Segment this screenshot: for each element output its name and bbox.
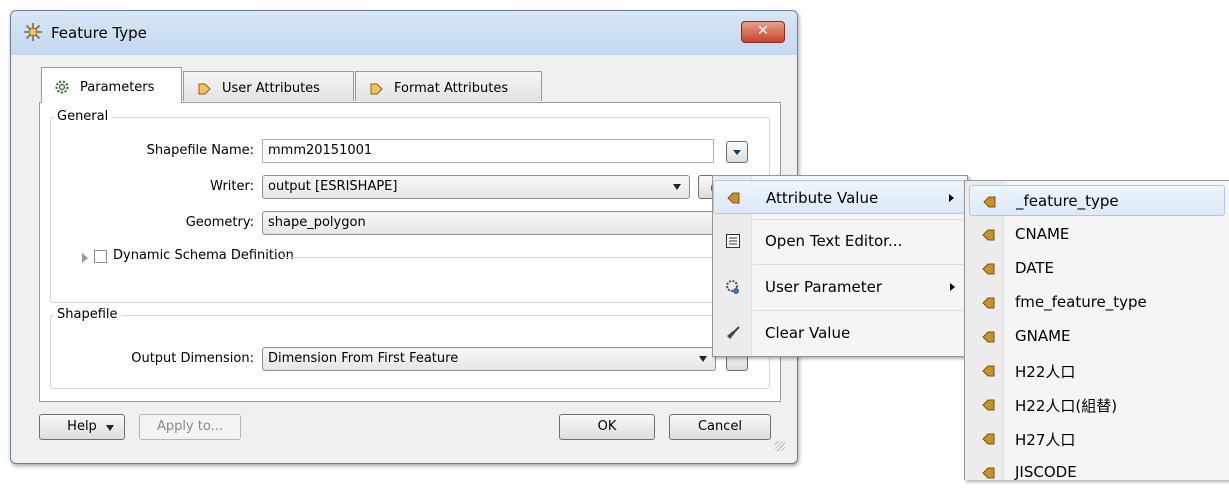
menu-item-open-text-editor[interactable]: Open Text Editor...	[713, 224, 965, 258]
geometry-select[interactable]: shape_polygon	[262, 211, 732, 235]
title-bar[interactable]: Feature Type ✕	[11, 11, 797, 55]
dynamic-schema-checkbox[interactable]	[94, 250, 107, 263]
tab-label: Format Attributes	[394, 81, 509, 96]
menu-item-user-parameter[interactable]: User Parameter	[713, 270, 965, 304]
attribute-arrow-icon	[370, 83, 383, 95]
menu-item-label: Clear Value	[765, 324, 851, 342]
close-button[interactable]: ✕	[741, 21, 785, 43]
tab-label: Parameters	[80, 80, 155, 95]
attribute-arrow-icon	[982, 297, 995, 309]
user-parameter-icon	[726, 280, 739, 294]
tab-user-attributes[interactable]: User Attributes	[183, 71, 354, 101]
submenu-arrow-icon	[950, 283, 955, 291]
feature-type-icon	[24, 23, 42, 41]
geometry-value: shape_polygon	[268, 215, 366, 230]
attribute-arrow-icon	[982, 229, 995, 241]
dropdown-arrow-icon	[673, 184, 681, 190]
attribute-item[interactable]: H27人口	[969, 423, 1225, 454]
attribute-item[interactable]: H22人口(組替)	[969, 389, 1225, 420]
output-dimension-select[interactable]: Dimension From First Feature	[262, 347, 716, 371]
attribute-item[interactable]: GNAME	[969, 321, 1225, 352]
attribute-item-label: fme_feature_type	[1015, 293, 1147, 311]
menu-separator	[753, 264, 965, 265]
attribute-arrow-icon	[727, 192, 740, 204]
dialog-client-area: Parameters User Attributes Format Attrib…	[19, 55, 789, 455]
tab-format-attributes[interactable]: Format Attributes	[355, 71, 542, 101]
attribute-arrow-icon	[982, 331, 995, 343]
attribute-item[interactable]: H22人口	[969, 355, 1225, 386]
resize-grip-icon[interactable]	[775, 441, 785, 451]
shapefile-name-label: Shapefile Name:	[146, 143, 254, 158]
expand-arrow-icon[interactable]	[82, 253, 88, 263]
attribute-item[interactable]: DATE	[969, 253, 1225, 284]
menu-item-label: User Parameter	[765, 278, 882, 296]
attribute-item-label: DATE	[1015, 259, 1055, 277]
shapefile-name-input[interactable]: mmm20151001	[262, 139, 714, 163]
feature-type-dialog: Feature Type ✕ Parameters User Attribute…	[10, 10, 798, 464]
parameters-panel: General Shapefile Name: mmm20151001 Writ…	[39, 102, 781, 402]
output-dimension-value: Dimension From First Feature	[268, 351, 459, 366]
menu-item-clear-value[interactable]: Clear Value	[713, 316, 965, 350]
attribute-submenu: _feature_type CNAME DATE fme_feature_type GN…	[964, 180, 1229, 481]
broom-icon	[727, 326, 740, 339]
attribute-item-label: GNAME	[1015, 327, 1071, 345]
menu-item-label: Attribute Value	[766, 189, 879, 207]
shapefile-legend: Shapefile	[54, 307, 121, 322]
menu-item-label: Open Text Editor...	[765, 232, 903, 250]
attribute-arrow-icon	[198, 83, 211, 95]
ok-button[interactable]: OK	[559, 414, 655, 440]
chevron-down-icon	[106, 425, 114, 431]
attribute-arrow-icon	[982, 433, 995, 445]
attribute-item-label: H27人口	[1015, 431, 1076, 449]
dropdown-arrow-icon	[699, 356, 707, 362]
attribute-item[interactable]: fme_feature_type	[969, 287, 1225, 318]
chevron-down-icon	[733, 150, 741, 155]
tab-label: User Attributes	[222, 81, 320, 96]
gear-icon	[55, 80, 69, 94]
submenu-arrow-icon	[949, 194, 954, 202]
attribute-item-label: JISCODE	[1015, 463, 1077, 481]
cancel-button[interactable]: Cancel	[669, 414, 771, 440]
attribute-item-label: _feature_type	[1016, 192, 1119, 210]
menu-separator	[753, 310, 965, 311]
attribute-item-label: H22人口(組替)	[1015, 397, 1118, 415]
attribute-item[interactable]: _feature_type	[969, 185, 1225, 216]
attribute-item[interactable]: JISCODE	[969, 457, 1225, 488]
text-editor-icon	[726, 234, 740, 248]
attribute-item-label: H22人口	[1015, 363, 1076, 381]
apply-to-button[interactable]: Apply to...	[139, 414, 241, 440]
help-label: Help	[67, 419, 97, 434]
tab-parameters[interactable]: Parameters	[41, 67, 182, 103]
attribute-item[interactable]: CNAME	[969, 219, 1225, 250]
geometry-label: Geometry:	[185, 215, 254, 230]
writer-select[interactable]: output [ESRISHAPE]	[262, 175, 690, 199]
menu-separator	[753, 219, 965, 220]
dynamic-schema-label: Dynamic Schema Definition	[113, 248, 298, 263]
value-context-menu: Attribute Value Open Text Editor... User…	[712, 175, 968, 357]
dialog-title: Feature Type	[51, 24, 147, 42]
writer-label: Writer:	[210, 179, 254, 194]
attribute-item-label: CNAME	[1015, 225, 1070, 243]
value-menu-button[interactable]	[726, 141, 748, 163]
help-button[interactable]: Help	[39, 414, 125, 440]
attribute-arrow-icon	[982, 263, 995, 275]
attribute-arrow-icon	[983, 196, 996, 208]
attribute-arrow-icon	[982, 399, 995, 411]
general-legend: General	[54, 109, 112, 124]
divider	[282, 257, 722, 258]
attribute-arrow-icon	[982, 365, 995, 377]
writer-value: output [ESRISHAPE]	[268, 179, 398, 194]
menu-item-attribute-value[interactable]: Attribute Value	[713, 180, 965, 214]
output-dimension-label: Output Dimension:	[131, 351, 254, 366]
